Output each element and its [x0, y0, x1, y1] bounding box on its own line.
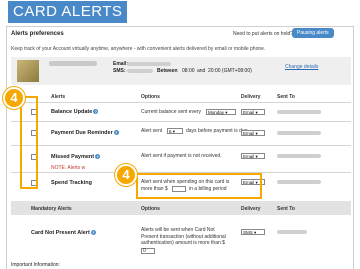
mandatory-col-options: Options — [141, 206, 160, 212]
mandatory-col-sent-to: Sent To — [277, 206, 295, 212]
step-badge-center: 4 — [115, 164, 137, 186]
col-delivery: Delivery — [241, 94, 261, 100]
card-name-redacted — [49, 61, 97, 66]
checkbox-highlight — [20, 96, 38, 189]
sms-redacted — [127, 69, 153, 73]
col-alerts: Alerts — [51, 94, 66, 100]
intro-text: Keep track of your Account virtually any… — [11, 46, 266, 52]
email-redacted — [127, 62, 171, 66]
balance-update-option: Current balance sent every — [141, 109, 202, 115]
change-details-link[interactable]: Change details — [285, 64, 318, 70]
time-to: 20:00 (GMT+08:00) — [208, 68, 252, 74]
spend-tracking-highlight — [136, 173, 262, 199]
help-icon[interactable]: ? — [95, 154, 101, 160]
payment-due-label: Payment Due Reminder? — [51, 130, 119, 136]
card-summary: Email: SMS: Between 08:00 and 20:00 (GMT… — [11, 57, 351, 85]
sent-to-redacted — [277, 154, 321, 158]
divider — [11, 145, 351, 146]
divider — [11, 121, 351, 122]
col-sent-to: Sent To — [277, 94, 295, 100]
balance-update-label: Balance Update? — [51, 109, 99, 115]
between-label: Between — [157, 68, 178, 74]
divider — [11, 102, 351, 103]
balance-update-day-select[interactable]: Monday ▾ — [206, 109, 236, 115]
payment-due-days-select[interactable]: 6 ▾ — [167, 128, 183, 134]
card-alerts-page: CARD ALERTS Alerts preferences Need to p… — [0, 0, 360, 269]
mandatory-col-delivery: Delivery — [241, 206, 261, 212]
balance-update-delivery-select[interactable]: Email ▾ — [241, 109, 265, 115]
missed-payment-option: Alert sent if payment is not received. — [141, 153, 222, 159]
time-from: 08:00 — [182, 68, 195, 74]
help-icon[interactable]: ? — [113, 130, 119, 136]
email-label: Email: — [113, 61, 129, 67]
important-info: Important Information: — [11, 262, 60, 268]
header: CARD ALERTS — [0, 0, 360, 24]
mandatory-title: Mandatory Alerts — [31, 206, 72, 212]
alerts-panel: Alerts preferences Need to put alerts on… — [6, 26, 354, 269]
payment-due-delivery-select[interactable]: Email ▾ — [241, 130, 265, 136]
help-icon[interactable]: ? — [90, 230, 96, 236]
page-title: CARD ALERTS — [8, 1, 128, 23]
help-icon[interactable]: ? — [93, 109, 99, 115]
sms-label: SMS: — [113, 68, 126, 74]
and-label: and — [197, 68, 206, 74]
panel-title: Alerts preferences — [11, 31, 64, 37]
spend-tracking-label: Spend Tracking — [51, 180, 92, 186]
missed-payment-delivery-select[interactable]: Email ▾ — [241, 153, 265, 159]
pausing-alerts-button[interactable]: Pausing alerts — [292, 28, 334, 38]
step-badge-left: 4 — [3, 87, 25, 109]
sent-to-redacted — [277, 110, 321, 114]
card-not-present-label: Card Not Present Alert? — [31, 230, 96, 236]
card-not-present-option: Alerts will be sent when Card Not Presen… — [141, 227, 226, 246]
sent-to-redacted — [277, 180, 321, 184]
payment-due-option-a: Alert sent — [141, 128, 163, 134]
payment-due-option-b: days before payment is due. — [186, 128, 249, 134]
card-not-present-delivery-select[interactable]: SMS ▾ — [241, 229, 265, 235]
card-image — [17, 60, 39, 82]
card-not-present-amount[interactable]: 0 — [141, 248, 155, 254]
need-help-text: Need to put alerts on hold? — [233, 31, 294, 37]
col-options: Options — [141, 94, 160, 100]
sent-to-redacted — [277, 230, 307, 234]
note-text: NOTE: Alerts w — [51, 165, 86, 171]
missed-payment-label: Missed Payment? — [51, 154, 101, 160]
sent-to-redacted — [277, 131, 321, 135]
